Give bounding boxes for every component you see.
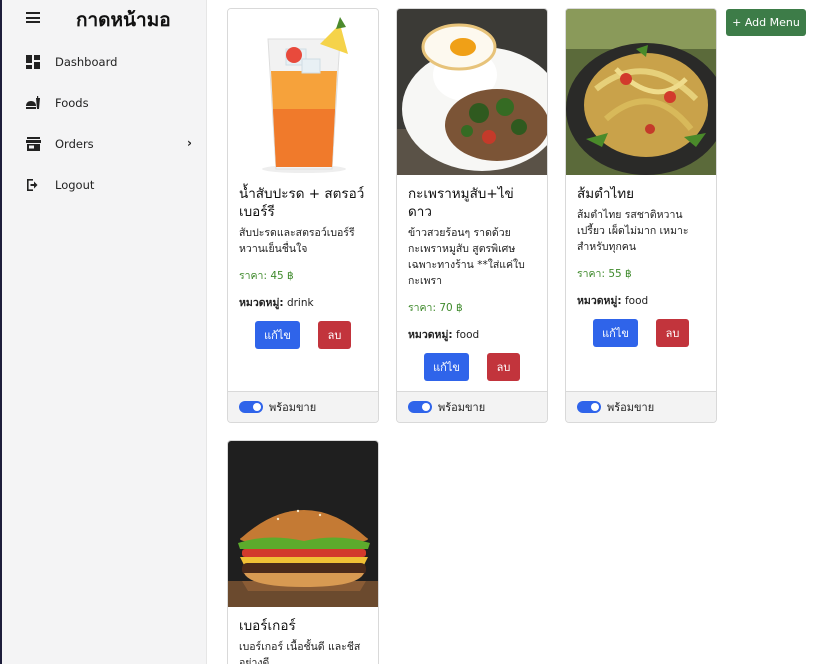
availability-toggle[interactable]: [408, 401, 432, 413]
edit-button[interactable]: แก้ไข: [593, 319, 638, 347]
food-description: สับปะรดและสตรอว์เบอร์รี หวานเย็นชื่นใจ: [239, 227, 355, 255]
sidebar-item-label: Foods: [55, 95, 89, 110]
availability-toggle[interactable]: [577, 401, 601, 413]
edit-button[interactable]: แก้ไข: [255, 321, 300, 349]
sidebar-nav: Dashboard Foods Orders › Logout: [2, 41, 207, 205]
category-label: หมวดหมู่:: [239, 297, 284, 309]
food-name: ส้มตำไทย: [577, 186, 635, 202]
card-footer: พร้อมขาย: [228, 391, 378, 422]
food-image: [228, 9, 378, 175]
food-icon: [25, 95, 41, 111]
main-content: + Add Menu น้ำสับปะรด + สตรอว์เบอร์รี สั…: [207, 0, 816, 664]
food-card: น้ำสับปะรด + สตรอว์เบอร์รี สับปะรดและสตร…: [227, 8, 379, 423]
availability-label: พร้อมขาย: [438, 401, 486, 414]
food-price: ราคา: 45 ฿: [239, 270, 294, 282]
category-value: food: [624, 295, 649, 307]
card-footer: พร้อมขาย: [397, 391, 547, 422]
availability-toggle[interactable]: [239, 401, 263, 413]
category-label: หมวดหมู่:: [408, 329, 453, 341]
card-footer: พร้อมขาย: [566, 391, 716, 422]
sidebar-item-orders[interactable]: Orders ›: [2, 123, 207, 164]
sidebar-item-dashboard[interactable]: Dashboard: [2, 41, 207, 82]
menu-icon[interactable]: [26, 12, 40, 23]
food-card: ส้มตำไทย ส้มตำไทย รสชาติหวาน เปรี้ยว เผ็…: [565, 8, 717, 423]
delete-button[interactable]: ลบ: [318, 321, 351, 349]
add-menu-button[interactable]: + Add Menu: [726, 9, 806, 36]
delete-button[interactable]: ลบ: [487, 353, 520, 381]
food-description: ส้มตำไทย รสชาติหวาน เปรี้ยว เผ็ดไม่มาก เ…: [577, 209, 689, 253]
app-brand: กาดหน้ามอ: [76, 9, 171, 31]
sidebar: กาดหน้ามอ Dashboard Foods Orders › Logou…: [0, 0, 207, 664]
sidebar-item-label: Logout: [55, 177, 95, 192]
logout-icon: [25, 177, 41, 193]
food-description: เบอร์เกอร์ เนื้อชั้นดี และชีสอย่างดี: [239, 641, 361, 664]
sidebar-item-label: Dashboard: [55, 54, 118, 69]
store-icon: [25, 136, 41, 152]
food-card: กะเพราหมูสับ+ไข่ดาว ข้าวสวยร้อนๆ ราดด้วย…: [396, 8, 548, 423]
delete-button[interactable]: ลบ: [656, 319, 689, 347]
category-value: drink: [286, 297, 314, 309]
food-description: ข้าวสวยร้อนๆ ราดด้วย กะเพราหมูสับ สูตรพิ…: [408, 227, 525, 287]
food-name: เบอร์เกอร์: [239, 618, 296, 634]
food-price: ราคา: 70 ฿: [408, 302, 463, 314]
availability-label: พร้อมขาย: [607, 401, 655, 414]
category-label: หมวดหมู่:: [577, 295, 622, 307]
food-price: ราคา: 55 ฿: [577, 268, 632, 280]
category-value: food: [455, 329, 480, 341]
food-image: [228, 441, 378, 607]
food-image: [566, 9, 716, 175]
chevron-right-icon: ›: [187, 136, 192, 150]
food-category: หมวดหมู่: food: [408, 326, 536, 343]
food-name: น้ำสับปะรด + สตรอว์เบอร์รี: [239, 186, 365, 220]
availability-label: พร้อมขาย: [269, 401, 317, 414]
sidebar-item-logout[interactable]: Logout: [2, 164, 207, 205]
sidebar-item-foods[interactable]: Foods: [2, 82, 207, 123]
food-image: [397, 9, 547, 175]
food-category: หมวดหมู่: drink: [239, 294, 367, 311]
food-card: เบอร์เกอร์ เบอร์เกอร์ เนื้อชั้นดี และชีส…: [227, 440, 379, 664]
food-category: หมวดหมู่: food: [577, 292, 705, 309]
food-name: กะเพราหมูสับ+ไข่ดาว: [408, 186, 514, 220]
dashboard-icon: [25, 54, 41, 70]
sidebar-item-label: Orders: [55, 136, 94, 151]
edit-button[interactable]: แก้ไข: [424, 353, 469, 381]
